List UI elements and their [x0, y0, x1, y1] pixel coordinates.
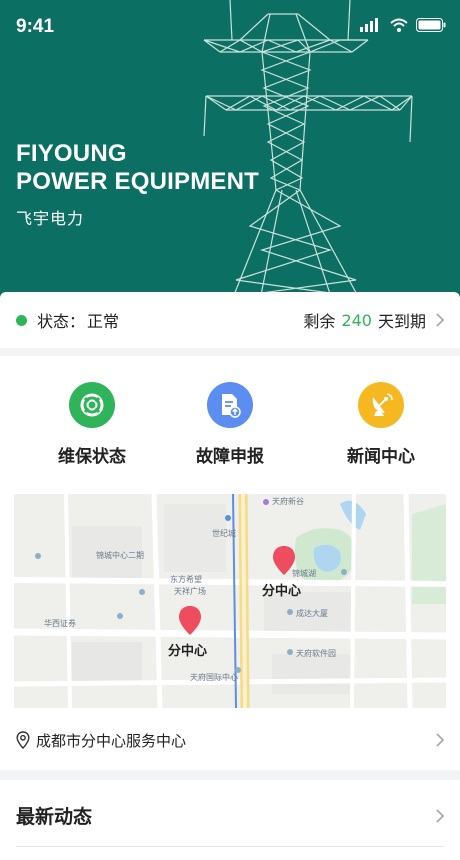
address-row[interactable]: 成都市分中心服务中心 — [0, 718, 460, 762]
remain-days: 240 — [341, 310, 372, 330]
address-text: 成都市分中心服务中心 — [36, 731, 187, 750]
map-pin-label: 分中心 — [168, 644, 208, 659]
chevron-right-icon — [436, 733, 445, 747]
cellular-signal-icon — [360, 18, 378, 32]
map-place-label: 天祥广场 — [174, 587, 206, 596]
location-pin-icon[interactable] — [178, 606, 202, 636]
map-place-label: 成达大厦 — [296, 609, 328, 618]
brand-name-english: FIYOUNG POWER EQUIPMENT — [16, 140, 259, 196]
fault-report-button[interactable]: 故障申报 — [170, 382, 290, 467]
latest-news-section[interactable]: 最新动态 — [0, 780, 460, 860]
lifebuoy-icon — [69, 382, 115, 428]
report-document-icon — [207, 382, 253, 428]
status-indicator: 状态： 正常 — [16, 292, 119, 348]
brand-name-chinese: 飞宇电力 — [16, 209, 85, 228]
location-pin-icon[interactable] — [272, 546, 296, 576]
map-place-label: 锦城中心二期 — [96, 551, 144, 560]
map-place-label: 东方希望 — [170, 575, 202, 584]
hero-banner: 9:41 FIYOUNG POWER EQUIPMENT 飞宇电力 — [0, 0, 460, 300]
map-place-label: 华西证券 — [44, 619, 76, 628]
map-place-label: 天府新谷 — [272, 497, 304, 506]
status-value: 正常 — [87, 312, 120, 331]
system-icons — [360, 18, 446, 32]
quick-actions: 维保状态 故障申报 新闻中心 — [0, 356, 460, 486]
map-place-label: 天府软件园 — [296, 649, 336, 658]
expiry-countdown[interactable]: 剩余 240 天到期 — [303, 292, 446, 348]
service-status-card[interactable]: 状态： 正常 剩余 240 天到期 — [0, 292, 460, 348]
news-center-button[interactable]: 新闻中心 — [321, 382, 441, 467]
status-label: 状态： — [37, 312, 86, 331]
maintenance-status-label: 维保状态 — [58, 447, 126, 467]
status-dot — [16, 314, 27, 326]
news-section-title: 最新动态 — [16, 806, 93, 828]
divider — [16, 846, 444, 847]
fault-report-label: 故障申报 — [196, 447, 264, 467]
map-place-label: 世纪城 — [212, 529, 236, 538]
location-outline-icon — [16, 731, 30, 749]
remain-suffix: 天到期 — [377, 312, 426, 331]
brand-line-1: FIYOUNG — [16, 140, 127, 167]
battery-icon — [416, 18, 446, 32]
maintenance-status-button[interactable]: 维保状态 — [32, 382, 152, 467]
chevron-right-icon — [436, 809, 445, 823]
service-map[interactable]: 天府新谷 锦城中心二期 东方希望 天祥广场 华西证券 天府国际中心 成达大厦 天… — [14, 494, 446, 708]
system-status-bar: 9:41 — [0, 0, 460, 56]
status-time: 9:41 — [16, 16, 55, 37]
news-center-label: 新闻中心 — [347, 447, 415, 467]
brand-line-2: POWER EQUIPMENT — [16, 168, 260, 195]
wifi-icon — [390, 18, 408, 32]
remain-prefix: 剩余 — [303, 312, 336, 331]
chevron-right-icon — [436, 313, 445, 327]
service-card: 维保状态 故障申报 新闻中心 天府新谷 锦城中心二期 东方希望 天祥广场 华西证… — [0, 356, 460, 770]
map-pin-label: 分中心 — [262, 584, 302, 599]
satellite-dish-icon — [358, 382, 404, 428]
map-place-label: 天府国际中心 — [190, 673, 238, 682]
